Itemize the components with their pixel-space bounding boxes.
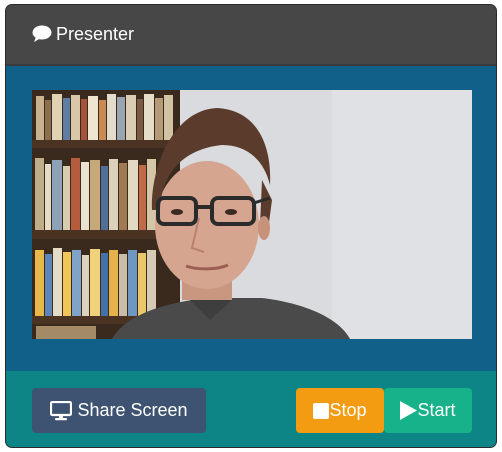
stop-label: Stop: [329, 400, 367, 420]
start-label: Start: [417, 400, 456, 420]
controls-bar: Share Screen Stop Start: [6, 371, 496, 447]
stop-square-icon: [313, 402, 330, 419]
panel-title: Presenter: [56, 24, 135, 44]
monitor-icon: [50, 400, 73, 420]
share-screen-label: Share Screen: [77, 400, 188, 420]
play-icon: [400, 401, 418, 420]
comment-icon: [32, 25, 52, 43]
webcam-frame: [32, 90, 472, 339]
presenter-panel: Presenter Share Screen Stop Start: [6, 5, 496, 447]
panel-header: Presenter: [6, 5, 496, 66]
video-area: [6, 66, 496, 371]
start-button[interactable]: Start: [384, 388, 472, 433]
share-screen-button[interactable]: Share Screen: [32, 388, 206, 433]
presenter-video[interactable]: [32, 90, 472, 339]
stop-button[interactable]: Stop: [296, 388, 384, 433]
